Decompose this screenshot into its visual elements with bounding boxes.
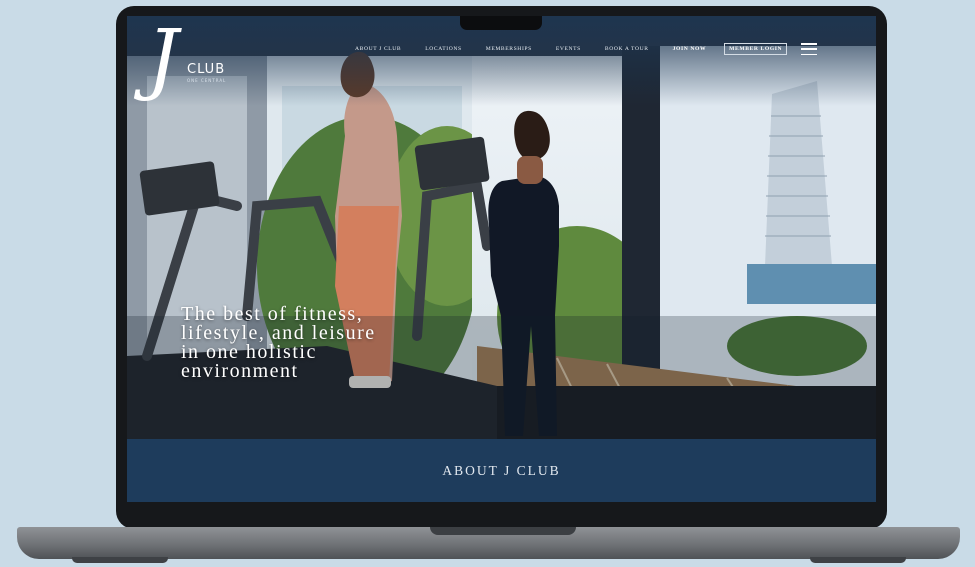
logo-tagline: ONE CENTRAL [187,78,227,83]
laptop-hinge-notch [430,527,576,535]
nav-locations[interactable]: LOCATIONS [425,46,461,52]
j-club-logo[interactable]: J CLUB ONE CENTRAL [141,20,231,126]
nav-events[interactable]: EVENTS [556,46,581,52]
nav-book-tour[interactable]: BOOK A TOUR [605,46,649,52]
laptop-foot [810,557,906,563]
hero-heading-line: environment [181,360,299,383]
nav-about[interactable]: ABOUT J CLUB [355,46,401,52]
about-section-band: ABOUT J CLUB [127,439,876,502]
member-login-button[interactable]: MEMBER LOGIN [724,43,788,55]
hamburger-menu-icon[interactable] [801,43,818,55]
hero-heading: The best of fitness, lifestyle, and leis… [181,304,481,383]
laptop-foot [72,557,168,563]
nav-memberships[interactable]: MEMBERSHIPS [486,46,532,52]
camera-notch [460,16,542,30]
main-nav: ABOUT J CLUB LOCATIONS MEMBERSHIPS EVENT… [355,42,818,56]
logo-word: CLUB [187,62,226,77]
website-screen: J CLUB ONE CENTRAL ABOUT J CLUB LOCATION… [127,16,876,502]
join-now-link[interactable]: JOIN NOW [673,46,707,52]
logo-letter: J [147,16,179,104]
about-section-title[interactable]: ABOUT J CLUB [442,463,560,479]
